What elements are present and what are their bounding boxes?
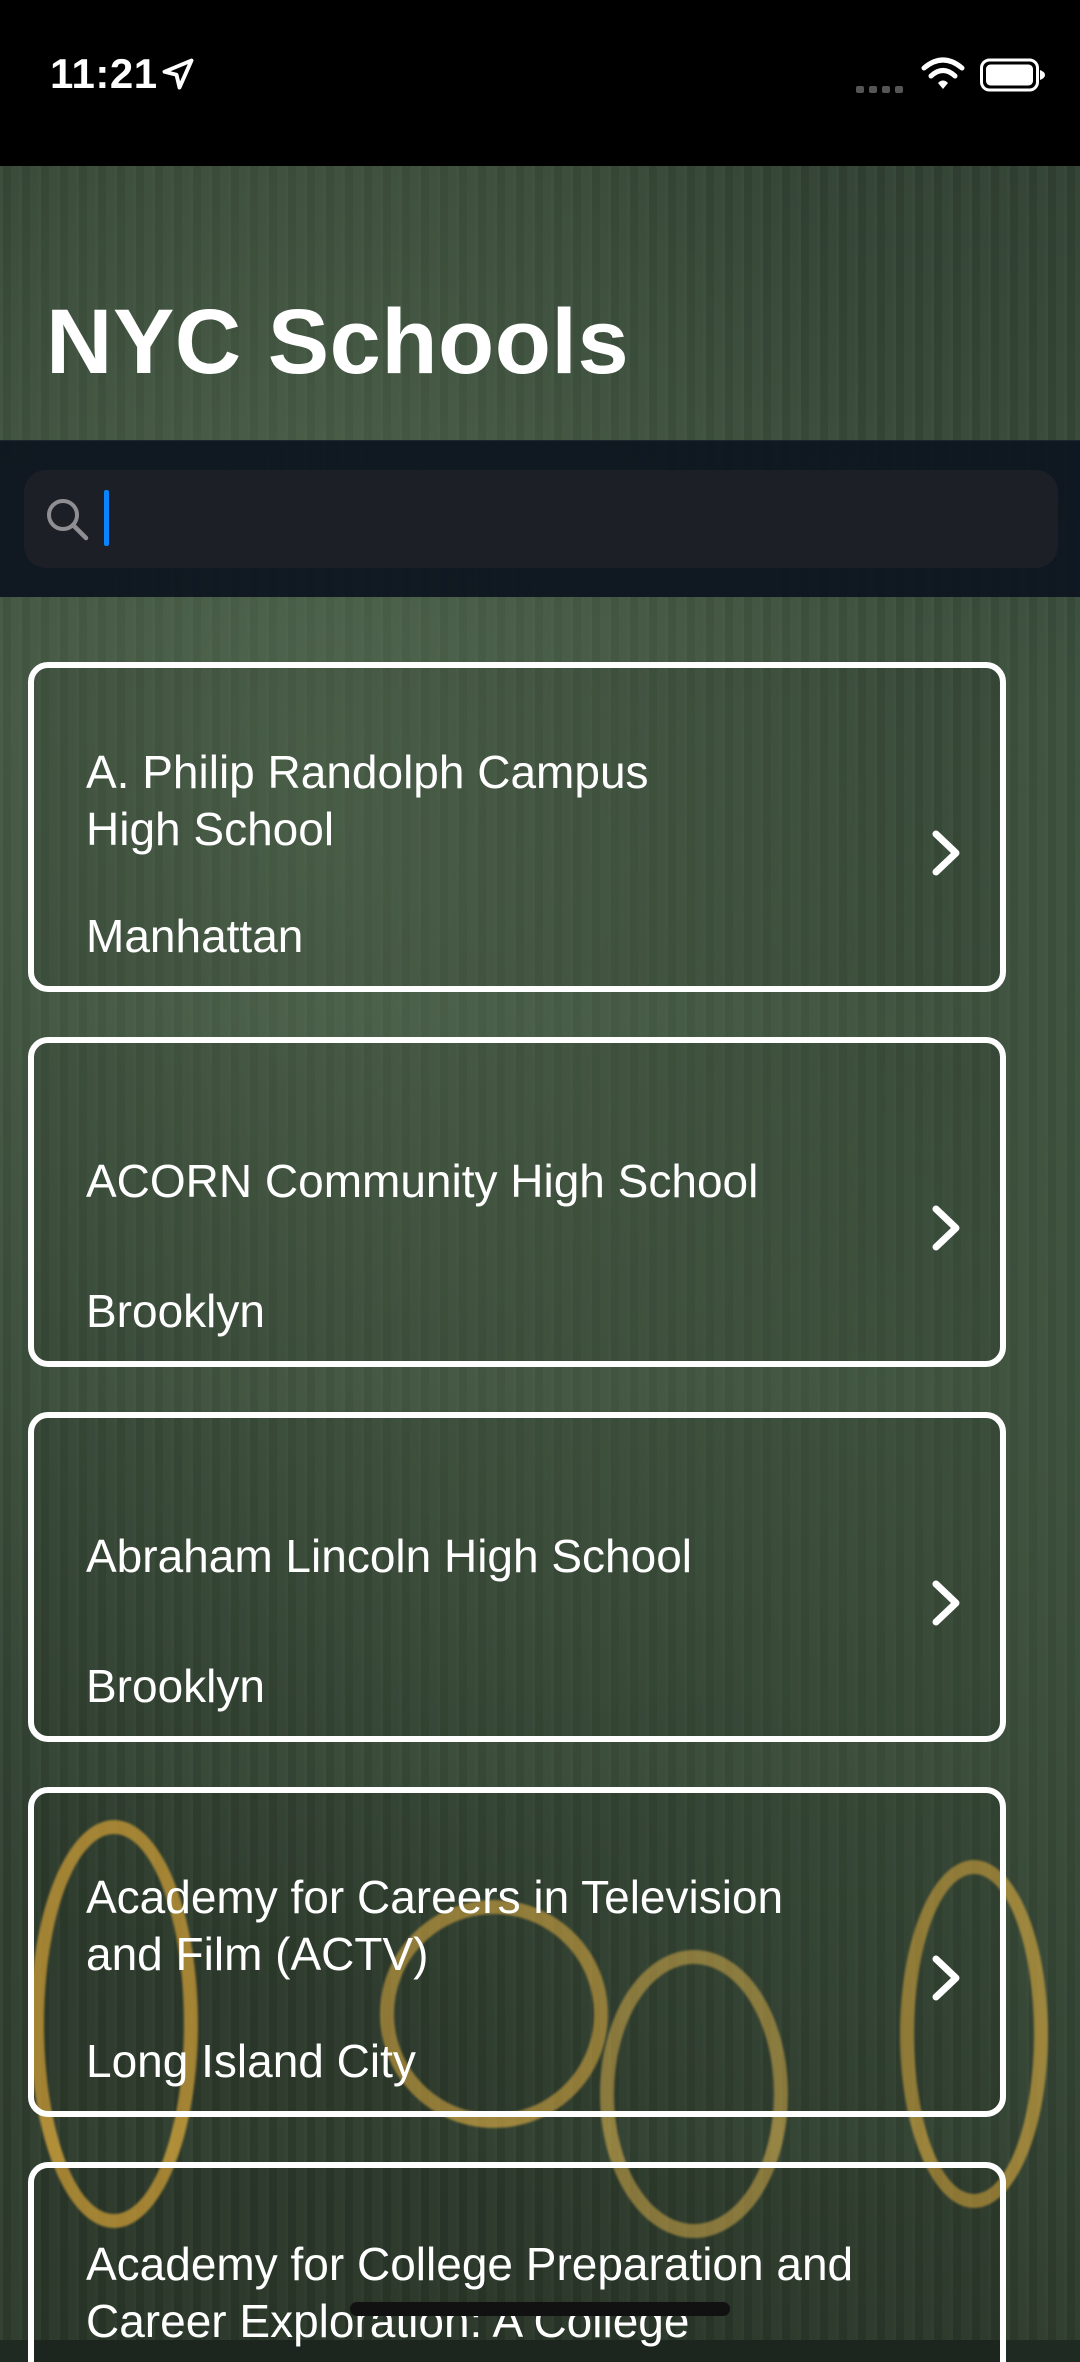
text-cursor: [104, 490, 109, 546]
chevron-right-icon: [932, 1955, 960, 2001]
home-indicator[interactable]: [350, 2302, 730, 2316]
battery-icon: [980, 58, 1045, 92]
school-card[interactable]: Academy for Careers in Television and Fi…: [28, 1787, 1006, 2117]
cellular-signal-icon: [856, 86, 903, 93]
school-card[interactable]: Abraham Lincoln High School Brooklyn: [28, 1412, 1006, 1742]
school-card[interactable]: A. Philip Randolph Campus High School Ma…: [28, 662, 1006, 992]
status-time: 11:21: [50, 50, 158, 97]
school-card[interactable]: Academy for College Preparation and Care…: [28, 2162, 1006, 2362]
chevron-right-icon: [932, 830, 960, 876]
school-name: ACORN Community High School: [86, 1155, 759, 1207]
chevron-right-icon: [932, 1580, 960, 1626]
wifi-icon: [921, 57, 965, 89]
school-borough: Brooklyn: [86, 1660, 265, 1712]
status-bar: 11:21: [0, 0, 1080, 166]
page-title: NYC Schools: [46, 291, 630, 393]
school-borough: Long Island City: [86, 2035, 416, 2087]
location-arrow-icon: [162, 58, 194, 90]
chevron-right-icon: [932, 1205, 960, 1251]
school-name: Abraham Lincoln High School: [86, 1530, 693, 1582]
school-name: A. Philip Randolph Campus High School: [86, 746, 649, 855]
school-name: Academy for Careers in Television and Fi…: [86, 1871, 784, 1980]
search-input[interactable]: [100, 480, 1034, 560]
school-name: Academy for College Preparation and Care…: [86, 2238, 854, 2347]
search-icon: [47, 499, 89, 541]
school-borough: Brooklyn: [86, 1285, 265, 1337]
school-borough: Manhattan: [86, 910, 304, 962]
school-card[interactable]: ACORN Community High School Brooklyn: [28, 1037, 1006, 1367]
